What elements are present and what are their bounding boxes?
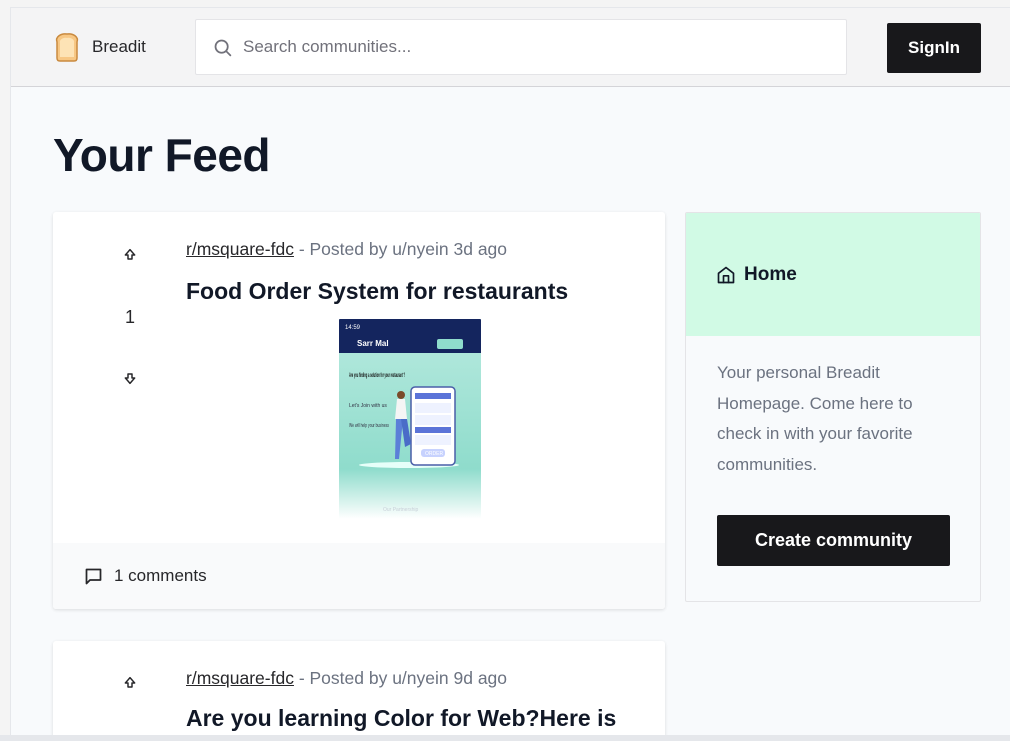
vote-count: 1 bbox=[124, 307, 135, 327]
search-input[interactable] bbox=[243, 37, 803, 57]
signin-button[interactable]: SignIn bbox=[887, 23, 981, 73]
arrow-big-up-icon bbox=[124, 676, 136, 688]
mockup-brand: Sarr Mal bbox=[357, 339, 389, 348]
post-title[interactable]: Food Order System for restaurants bbox=[186, 278, 568, 305]
subreddit-link[interactable]: r/msquare-fdc bbox=[186, 668, 294, 688]
comments-count: 1 comments bbox=[114, 566, 207, 585]
downvote-button[interactable] bbox=[115, 370, 145, 391]
bottom-edge bbox=[0, 735, 1010, 741]
upvote-button[interactable] bbox=[115, 675, 145, 696]
sidebar-header: Home bbox=[686, 213, 980, 336]
mockup-order: ORDER bbox=[425, 451, 443, 457]
comments-link[interactable]: 1 comments bbox=[83, 566, 207, 587]
create-community-button[interactable]: Create community bbox=[717, 515, 950, 566]
app-mockup-image: 14:59 Sarr Mal Are you finding a solutio… bbox=[339, 319, 481, 519]
post-meta: r/msquare-fdc - Posted by u/nyein 9d ago bbox=[186, 668, 507, 689]
upvote-button[interactable] bbox=[115, 247, 145, 268]
mockup-footer: Our Partnership bbox=[383, 507, 419, 513]
arrow-big-up-icon bbox=[124, 248, 136, 260]
mockup-subline: Let's Join with us bbox=[349, 403, 387, 409]
post-card: r/msquare-fdc - Posted by u/nyein 9d ago… bbox=[53, 641, 665, 735]
sidebar-description: Your personal Breadit Homepage. Come her… bbox=[717, 363, 913, 474]
sidebar-title: Home bbox=[744, 263, 797, 285]
brand-name: Breadit bbox=[92, 37, 146, 56]
post-author-time: - Posted by u/nyein 3d ago bbox=[293, 239, 508, 259]
message-square-icon bbox=[85, 568, 102, 584]
post-card: 1 r/msquare-fdc - Posted by u/nyein 3d a… bbox=[53, 212, 665, 609]
bread-icon bbox=[55, 33, 79, 62]
arrow-big-down-icon bbox=[124, 373, 136, 385]
post-title[interactable]: Are you learning Color for Web?Here is bbox=[186, 705, 616, 732]
mockup-headline: Are you finding a solution for your rest… bbox=[349, 373, 405, 379]
post-meta: r/msquare-fdc - Posted by u/nyein 3d ago bbox=[186, 239, 507, 260]
home-sidebar: Home Your personal Breadit Homepage. Com… bbox=[685, 212, 981, 602]
post-footer: 1 comments bbox=[53, 543, 665, 609]
logo-link[interactable]: Breadit bbox=[51, 31, 146, 63]
subreddit-link[interactable]: r/msquare-fdc bbox=[186, 239, 294, 259]
post-image[interactable]: 14:59 Sarr Mal Are you finding a solutio… bbox=[339, 319, 481, 519]
mockup-time: 14:59 bbox=[345, 325, 361, 331]
post-author-time: - Posted by u/nyein 9d ago bbox=[293, 668, 508, 688]
app-frame: Breadit SignIn Your Feed 1 r/msquare-fdc… bbox=[10, 7, 1010, 735]
home-icon bbox=[717, 266, 735, 283]
navbar: Breadit SignIn bbox=[11, 8, 1010, 87]
search-bar[interactable] bbox=[195, 19, 847, 75]
mockup-help: We will help your business bbox=[349, 423, 389, 429]
search-icon bbox=[214, 39, 232, 56]
page-title: Your Feed bbox=[53, 129, 271, 181]
